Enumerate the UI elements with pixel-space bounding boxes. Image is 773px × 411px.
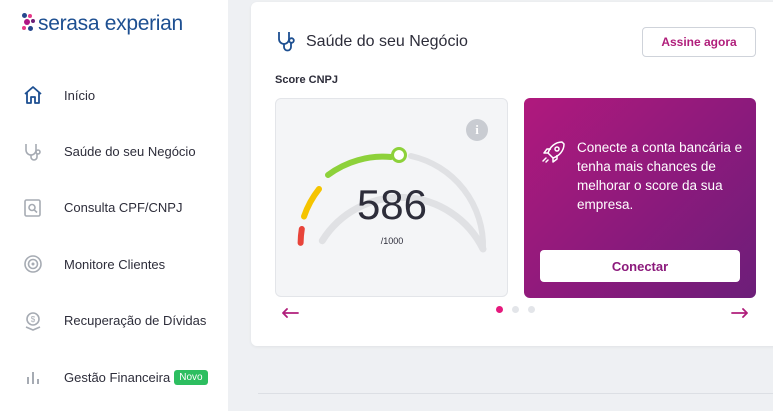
score-label: Score CNPJ xyxy=(275,74,338,86)
carousel-next-arrow-icon[interactable] xyxy=(731,305,749,323)
sidebar-item-consulta[interactable]: Consulta CPF/CNPJ xyxy=(0,180,228,236)
gauge-red-segment xyxy=(297,226,305,246)
bar-chart-icon xyxy=(22,366,44,388)
stethoscope-icon xyxy=(276,30,298,59)
radar-icon xyxy=(22,253,44,275)
rocket-icon xyxy=(540,138,568,171)
connect-button[interactable]: Conectar xyxy=(540,250,740,282)
logo-text: serasa experian xyxy=(38,12,183,35)
stethoscope-icon xyxy=(22,141,44,163)
sidebar-nav: Início Saúde do seu Negócio Consulta CPF… xyxy=(0,67,228,405)
carousel-dot-2[interactable] xyxy=(512,306,519,313)
sidebar-item-label: Monitore Clientes xyxy=(64,256,166,272)
business-health-card: Saúde do seu Negócio Assine agora Score … xyxy=(251,2,773,346)
gauge-green-segment xyxy=(325,153,394,178)
subscribe-now-button[interactable]: Assine agora xyxy=(642,27,756,57)
sidebar: serasa experian Início Saúde do seu Negó… xyxy=(0,0,228,411)
serasa-experian-logo[interactable]: serasa experian xyxy=(22,12,183,36)
sidebar-item-label: Saúde do seu Negócio xyxy=(64,144,196,160)
sidebar-item-recuperacao[interactable]: $ Recuperação de Dívidas xyxy=(0,293,228,349)
score-value: 586 xyxy=(356,181,428,228)
sidebar-item-monitore[interactable]: Monitore Clientes xyxy=(0,236,228,292)
logo-dots-icon xyxy=(22,13,36,35)
sidebar-item-label: Consulta CPF/CNPJ xyxy=(64,200,183,216)
gauge-yellow-segment xyxy=(301,186,322,220)
carousel-dot-1[interactable] xyxy=(496,306,503,313)
bank-connect-promo: Conecte a conta bancária e tenha mais ch… xyxy=(524,98,756,298)
sidebar-item-inicio[interactable]: Início xyxy=(0,67,228,123)
gauge-indicator xyxy=(391,147,407,163)
score-panel: i 586 /1000 xyxy=(275,98,508,297)
sidebar-item-saude[interactable]: Saúde do seu Negócio xyxy=(0,123,228,179)
sidebar-item-label: Início xyxy=(64,87,96,103)
svg-text:$: $ xyxy=(31,315,36,324)
carousel-dots xyxy=(496,306,535,313)
carousel-dot-3[interactable] xyxy=(528,306,535,313)
section-divider xyxy=(258,393,773,394)
new-badge: Novo xyxy=(174,369,208,385)
sidebar-item-label: Recuperação de Dívidas xyxy=(64,313,207,329)
carousel-prev-arrow-icon[interactable] xyxy=(281,305,299,323)
money-shield-icon: $ xyxy=(22,310,44,332)
info-icon[interactable]: i xyxy=(466,119,488,141)
sidebar-item-label: Gestão Financeira xyxy=(64,369,171,385)
score-max: /1000 xyxy=(380,236,404,246)
home-icon xyxy=(22,84,44,106)
card-title: Saúde do seu Negócio xyxy=(306,33,468,50)
sidebar-item-gestao[interactable]: Gestão Financeira Novo xyxy=(0,349,228,405)
promo-text: Conecte a conta bancária e tenha mais ch… xyxy=(577,140,743,212)
document-search-icon xyxy=(22,197,44,219)
